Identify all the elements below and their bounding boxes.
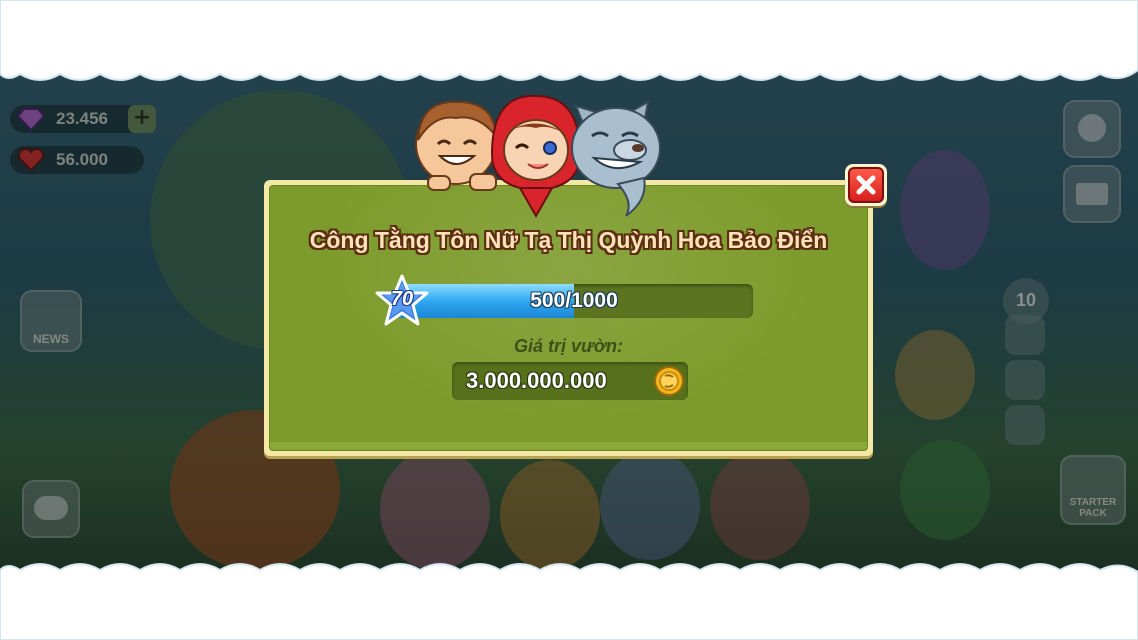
xp-progress-text: 500/1000 bbox=[530, 289, 618, 312]
xp-progress-bar: 500/1000 bbox=[395, 284, 753, 318]
garden-value-label: Giá trị vườn: bbox=[514, 336, 623, 356]
profile-dialog: Công Tằng Tôn Nữ Tạ Thị Quỳnh Hoa Bảo Đi… bbox=[264, 180, 873, 456]
close-icon bbox=[856, 175, 876, 195]
profile-dialog-panel: Công Tằng Tôn Nữ Tạ Thị Quỳnh Hoa Bảo Đi… bbox=[269, 185, 868, 451]
wolf-character bbox=[571, 100, 661, 217]
boy-character bbox=[415, 100, 498, 191]
player-level: 70 bbox=[390, 288, 414, 310]
red-hood-character bbox=[490, 94, 582, 219]
coin-icon bbox=[654, 366, 684, 396]
garden-value-box: 3.000.000.000 bbox=[452, 362, 688, 400]
garden-value-amount: 3.000.000.000 bbox=[466, 368, 607, 393]
mascot-characters bbox=[415, 94, 661, 219]
close-button[interactable] bbox=[845, 164, 887, 206]
player-name-title: Công Tằng Tôn Nữ Tạ Thị Quỳnh Hoa Bảo Đi… bbox=[309, 227, 828, 253]
